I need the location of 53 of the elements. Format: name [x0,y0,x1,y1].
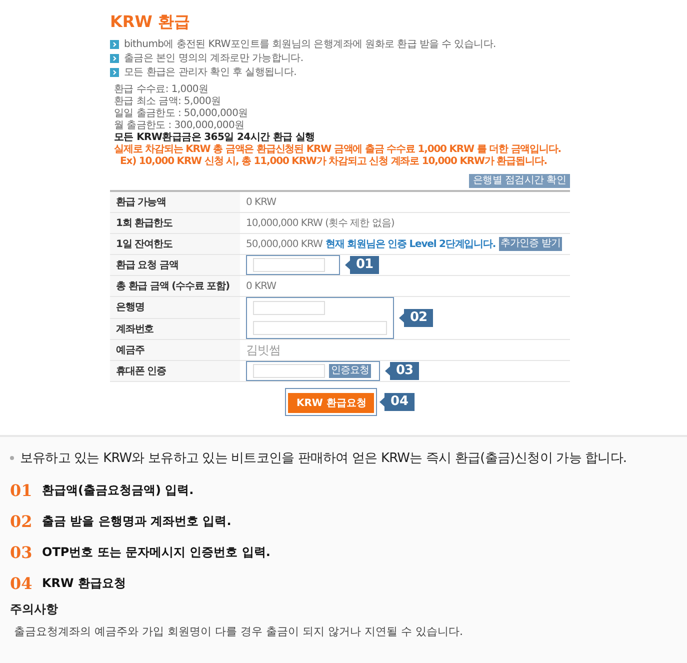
field-label: 예금주 [110,340,240,360]
field-label: 1일 잔여한도 [110,234,240,254]
field-value: 50,000,000 KRW [246,238,322,250]
callout-tag: 02 [399,309,434,327]
field-label: 휴대폰 인증 [110,360,240,382]
rule-text: 월 출금한도 : 300,000,000원 [113,120,246,132]
step-text: KRW 환급요청 [42,575,126,592]
field-value: 0 KRW [246,196,276,208]
schedule-button[interactable]: 은행별 점검시간 확인 [468,174,570,188]
chevron-square-icon [110,40,119,49]
rule-text: 환급 최소 금액: 5,000원 [113,96,222,108]
field-label: 1회 환급한도 [110,212,240,234]
field-value: 10,000,000 KRW (횟수 제한 없음) [246,217,394,230]
input-field[interactable] [253,321,387,335]
page-title: KRW 환급 [110,12,191,32]
rule-text: 실제로 차감되는 KRW 총 금액은 환급신청된 KRW 금액에 출금 수수료 1,000 KRW 를 더한 금액입니다. [113,144,562,156]
notice-text: 모든 환급은 관리자 확인 후 실행됩니다. [124,66,296,79]
step-text: 환급액(출금요청금액) 입력. [42,482,194,499]
caution-text: 출금요청계좌의 예금주와 가입 회원명이 다를 경우 출금이 되지 않거나 지연될 수 있습니다. [14,624,464,639]
field-label: 은행명 [110,296,240,318]
caution-title: 주의사항 [10,601,59,618]
step-number: 03 [10,543,30,562]
chevron-square-icon [110,68,119,77]
input-field[interactable] [253,258,325,272]
callout-tag: 04 [379,393,415,411]
step-number: 04 [10,574,30,593]
field-value: 0 KRW [246,280,276,292]
request-button[interactable]: 인증요청 [329,364,371,378]
notice-text: bithumb에 충전된 KRW포인트를 회원님의 은행계좌에 원화로 환급 받을 수 있습니다. [124,38,496,51]
field-label: 환급 가능액 [110,191,240,212]
level-link[interactable]: 현재 회원님은 인증 Level 2단계입니다. [325,237,496,251]
rule-text: 환급 수수료: 1,000원 [113,84,210,96]
intro-text: 보유하고 있는 KRW와 보유하고 있는 비트코인을 판매하여 얻은 KRW는 즉시 환급(출금)신청이 가능 합니다. [20,450,627,467]
input-field[interactable] [253,364,325,378]
submit-button[interactable]: KRW 환급요청 [288,393,374,413]
field-label: 환급 요청 금액 [110,254,240,276]
notice-text: 출금은 본인 명의의 계좌로만 가능합니다. [124,52,304,65]
input-field[interactable] [253,301,325,315]
step-number: 01 [10,481,30,500]
step-text: 출금 받을 은행명과 계좌번호 입력. [42,513,232,530]
field-label: 계좌번호 [110,318,240,340]
rule-text: 일일 출금한도 : 50,000,000원 [113,108,249,120]
rule-text: 모든 KRW환급금은 365일 24시간 환급 실행 [113,132,316,144]
step-text: OTP번호 또는 문자메시지 인증번호 입력. [42,544,270,561]
callout-tag: 01 [345,256,380,274]
account-holder: 김빗썸 [246,342,280,358]
field-label: 총 환급 금액 (수수료 포함) [110,276,240,296]
example-text: Ex) 10,000 KRW 신청 시, 총 11,000 KRW가 차감되고 신청 계좌로 10,000 KRW가 환급됩니다. [119,156,548,168]
chevron-square-icon [110,54,119,63]
callout-tag: 03 [385,362,420,380]
step-number: 02 [10,512,30,531]
verify-button[interactable]: 추가인증 받기 [498,237,562,251]
bullet-dot [10,456,14,460]
